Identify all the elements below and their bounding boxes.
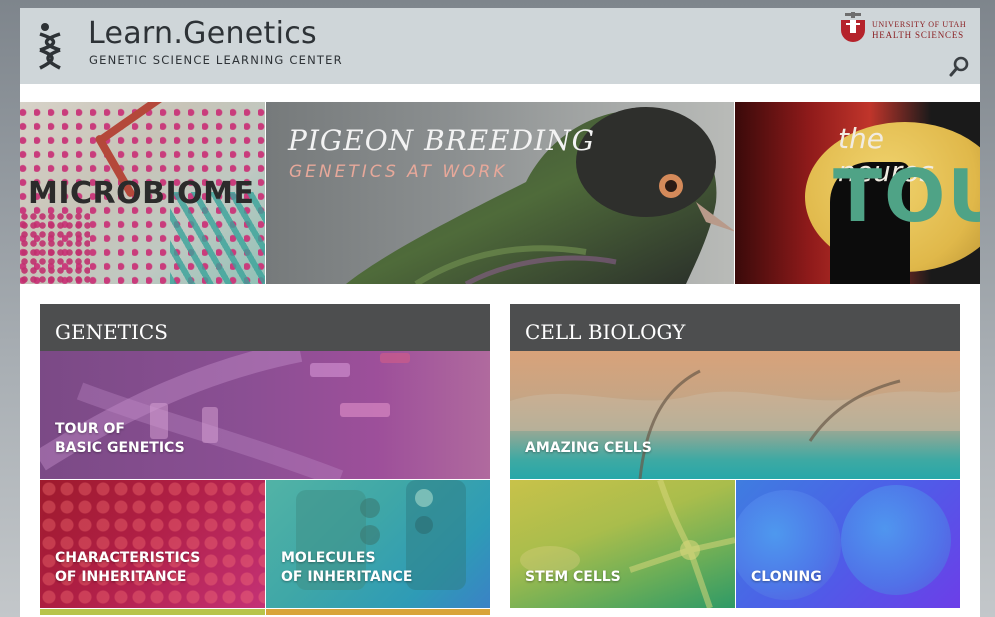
bacteria-illustration	[20, 212, 90, 284]
feature-banner: MICROBIOME PIGEON BREEDING GENETICS AT W…	[20, 102, 980, 284]
site-subtitle: GENETIC SCIENCE LEARNING CENTER	[89, 53, 343, 67]
neuroscience-tour-text: TOU	[833, 154, 980, 238]
page: Learn.Genetics GENETIC SCIENCE LEARNING …	[20, 8, 980, 617]
next-tile-preview-right	[266, 609, 490, 615]
skin-tissue-illustration	[510, 369, 960, 479]
tile-label-line2: OF INHERITANCE	[281, 569, 413, 585]
tile-characteristics-of-inheritance[interactable]: CHARACTERISTICS OF INHERITANCE	[40, 480, 265, 608]
site-title[interactable]: Learn.Genetics	[88, 16, 317, 51]
next-tile-preview-left	[40, 609, 265, 615]
tile-molecules-of-inheritance[interactable]: MOLECULES OF INHERITANCE	[266, 480, 490, 608]
embryo-cell-illustration-2	[841, 485, 951, 595]
tile-label-line2: BASIC GENETICS	[55, 440, 185, 456]
banner-slide-neuroscience[interactable]: the neuros TOU	[735, 102, 980, 284]
tile-amazing-cells[interactable]: AMAZING CELLS	[510, 351, 960, 479]
red-blood-cell-illustration	[40, 480, 265, 608]
tile-label-line1: TOUR OF	[55, 421, 125, 437]
university-seal-icon[interactable]	[838, 12, 868, 44]
tile-label-characteristics-of-inheritance: CHARACTERISTICS OF INHERITANCE	[55, 549, 200, 587]
tile-cloning[interactable]: CLONING	[736, 480, 960, 608]
molecule-illustration	[296, 480, 466, 590]
genetics-heading[interactable]: GENETICS	[40, 304, 490, 351]
tile-tour-of-basic-genetics[interactable]: TOUR OF BASIC GENETICS	[40, 351, 490, 479]
pigeon-breeding-subtitle: GENETICS AT WORK	[289, 162, 508, 182]
tile-label-line2: OF INHERITANCE	[55, 569, 187, 585]
banner-slide-microbiome[interactable]: MICROBIOME	[20, 102, 265, 284]
chain-bacteria-illustration	[95, 102, 175, 146]
tile-label-amazing-cells: AMAZING CELLS	[525, 440, 652, 456]
tile-label-cloning: CLONING	[751, 569, 822, 585]
university-line2: HEALTH SCIENCES	[872, 30, 964, 40]
cell-biology-section: CELL BIOLOGY AMAZING CELLS STEM CELLS CL…	[510, 304, 960, 608]
banner-slide-pigeon-breeding[interactable]: PIGEON BREEDING GENETICS AT WORK	[266, 102, 734, 284]
tile-label-tour-of-basic-genetics: TOUR OF BASIC GENETICS	[55, 420, 185, 458]
tile-label-line1: MOLECULES	[281, 550, 376, 566]
tile-label-line1: CHARACTERISTICS	[55, 550, 201, 566]
tile-stem-cells[interactable]: STEM CELLS	[510, 480, 735, 608]
tile-label-stem-cells: STEM CELLS	[525, 569, 621, 585]
tile-label-molecules-of-inheritance: MOLECULES OF INHERITANCE	[281, 549, 412, 587]
neuron-illustration	[520, 480, 735, 608]
cell-biology-heading[interactable]: CELL BIOLOGY	[510, 304, 960, 351]
dna-logo-icon[interactable]	[34, 22, 66, 70]
site-header: Learn.Genetics GENETIC SCIENCE LEARNING …	[20, 8, 980, 84]
dna-illustration	[40, 351, 410, 479]
university-wordmark[interactable]: UNIVERSITY OF UTAH HEALTH SCIENCES	[872, 20, 966, 40]
university-line1: UNIVERSITY OF UTAH	[872, 20, 967, 29]
pigeon-breeding-title: PIGEON BREEDING	[288, 124, 595, 157]
search-icon[interactable]	[948, 56, 970, 78]
microbiome-title: MICROBIOME	[28, 176, 255, 211]
genetics-section: GENETICS TOUR OF BASIC GENETICS CHARACTE…	[40, 304, 490, 615]
